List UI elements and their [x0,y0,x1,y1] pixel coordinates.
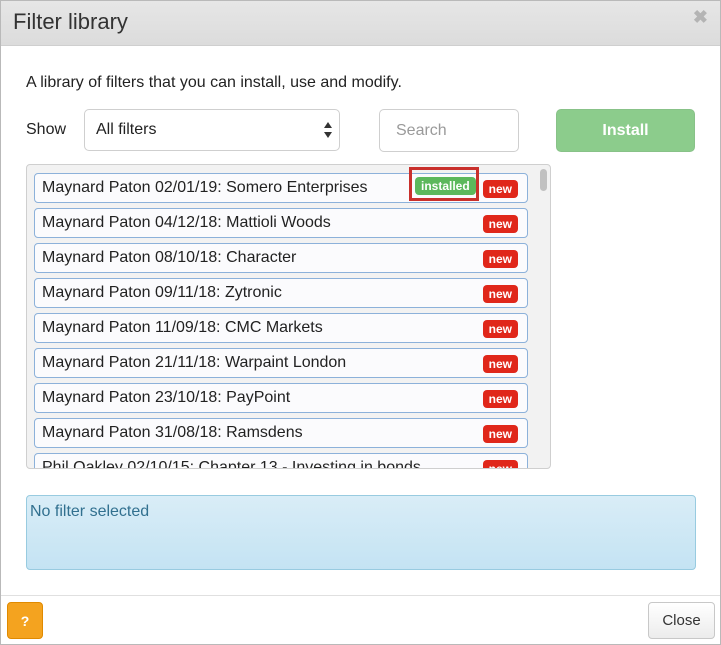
new-badge: new [482,320,518,338]
scroll-thumb[interactable] [540,169,547,191]
list-item[interactable]: Phil Oakley 02/10/15: Chapter 13 - Inves… [34,453,528,469]
close-button[interactable]: Close [648,602,715,639]
list-item[interactable]: Maynard Paton 21/11/18: Warpaint London … [34,348,528,378]
list-scrollbar[interactable] [539,167,548,466]
new-badge: new [482,285,518,303]
intro-text: A library of filters that you can instal… [26,74,402,91]
search-input[interactable] [379,109,519,152]
show-label: Show [26,121,67,138]
new-badge: new [482,250,518,268]
list-item[interactable]: Maynard Paton 04/12/18: Mattioli Woods n… [34,208,528,238]
dialog-title: Filter library [13,9,128,34]
select-arrows-icon [324,122,332,138]
filter-name: Maynard Paton 31/08/18: Ramsdens [42,424,303,441]
filter-name: Maynard Paton 11/09/18: CMC Markets [42,319,323,336]
new-badge: new [482,460,518,468]
installed-highlight: installed [409,167,479,201]
list-item[interactable]: Maynard Paton 31/08/18: Ramsdens new [34,418,528,448]
dialog-titlebar: Filter library ✖ [1,1,720,46]
filter-name: Phil Oakley 02/10/15: Chapter 13 - Inves… [42,459,421,469]
footer-divider [1,595,720,596]
close-icon[interactable]: ✖ [693,7,708,28]
new-badge: new [482,355,518,373]
filter-type-select[interactable]: All filters [84,109,340,151]
list-item[interactable]: Maynard Paton 09/11/18: Zytronic new [34,278,528,308]
new-badge: new [482,215,518,233]
filter-name: Maynard Paton 09/11/18: Zytronic [42,284,282,301]
install-button[interactable]: Install [556,109,695,152]
installed-badge: installed [415,177,476,195]
select-value: All filters [96,121,157,138]
filter-name: Maynard Paton 21/11/18: Warpaint London [42,354,347,371]
filter-library-dialog: Filter library ✖ A library of filters th… [0,0,721,645]
new-badge: new [482,390,518,408]
filter-info-panel: No filter selected [26,495,696,570]
filter-name: Maynard Paton 23/10/18: PayPoint [42,389,291,406]
filter-list[interactable]: Maynard Paton 02/01/19: Somero Enterpris… [26,164,551,469]
new-badge: new [482,180,518,198]
new-badge: new [482,425,518,443]
filter-name: Maynard Paton 04/12/18: Mattioli Woods [42,214,331,231]
filter-name: Maynard Paton 02/01/19: Somero Enterpris… [42,179,368,196]
list-item[interactable]: Maynard Paton 11/09/18: CMC Markets new [34,313,528,343]
list-item[interactable]: Maynard Paton 08/10/18: Character new [34,243,528,273]
list-item[interactable]: Maynard Paton 23/10/18: PayPoint new [34,383,528,413]
filter-name: Maynard Paton 08/10/18: Character [42,249,297,266]
help-button[interactable]: ? [7,602,43,639]
list-item[interactable]: Maynard Paton 02/01/19: Somero Enterpris… [34,167,528,203]
info-text: No filter selected [30,503,150,520]
